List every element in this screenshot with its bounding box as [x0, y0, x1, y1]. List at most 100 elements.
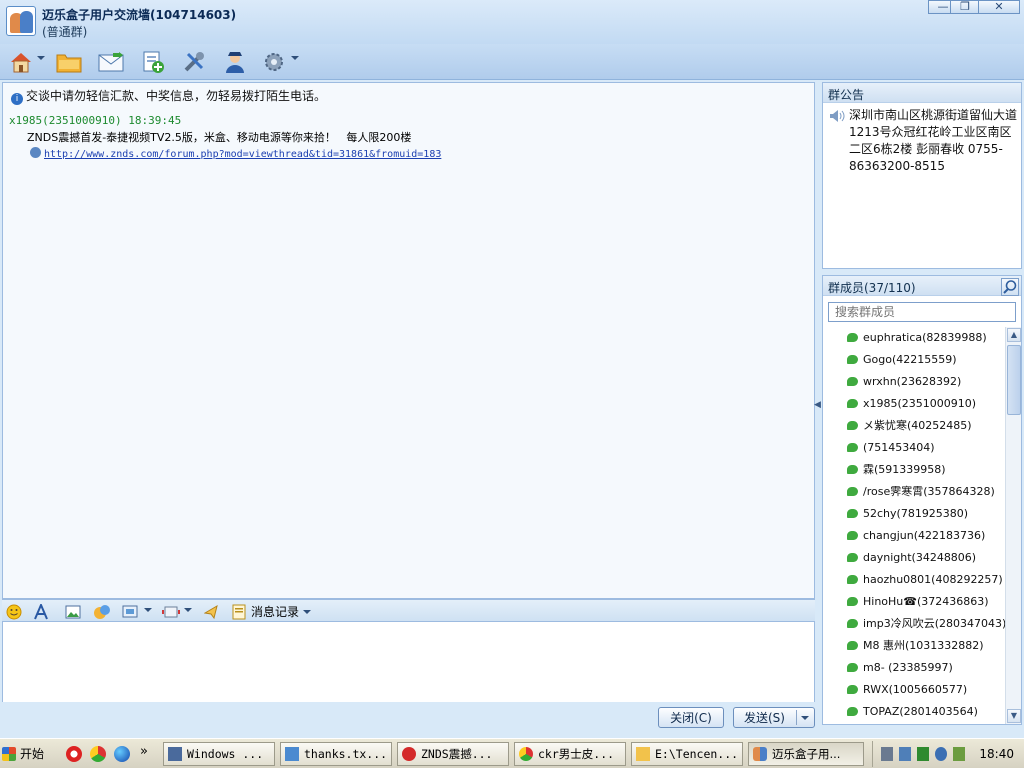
task-label: Windows ... [187, 747, 264, 761]
chat-bubble-icon [847, 530, 858, 540]
chat-bubble-icon [847, 486, 858, 496]
message-link[interactable]: http://www.znds.com/forum.php?mod=viewth… [44, 149, 441, 160]
member-item[interactable]: メ紫忧寒(40252485) [847, 415, 972, 435]
member-item[interactable]: imp3冷风吹云(280347043) [847, 613, 1006, 633]
opera-quicklaunch-icon[interactable] [66, 746, 82, 762]
send-image-button[interactable] [65, 603, 81, 620]
screenshot-dropdown-caret[interactable] [144, 608, 152, 612]
member-item[interactable]: Gogo(42215559) [847, 349, 957, 369]
scroll-thumb[interactable] [1007, 345, 1021, 415]
keyboard-tray-icon[interactable] [881, 747, 893, 761]
member-item[interactable]: RWX(1005660577) [847, 679, 967, 699]
font-button[interactable] [33, 603, 49, 620]
security-tray-icon[interactable] [917, 747, 929, 761]
member-item[interactable]: M8 惠州(1031332882) [847, 635, 984, 655]
taskbar-item-thanks-txt[interactable]: thanks.tx... [280, 742, 392, 766]
mail-icon [98, 52, 124, 72]
member-name: /rose霁寒霄(357864328) [863, 485, 995, 498]
member-search-button[interactable] [1001, 278, 1019, 296]
settings-dropdown-caret[interactable] [291, 56, 299, 60]
send-button-divider [796, 710, 797, 725]
group-mail-button[interactable] [96, 48, 126, 76]
screenshot-button[interactable] [122, 603, 140, 620]
member-item[interactable]: x1985(2351000910) [847, 393, 976, 413]
member-name: M8 惠州(1031332882) [863, 639, 984, 652]
scroll-up-arrow[interactable]: ▲ [1007, 328, 1021, 342]
add-share-button[interactable] [138, 48, 168, 76]
task-label: ckr男士皮... [538, 747, 615, 761]
taskbar-item-explorer[interactable]: E:\Tencen... [631, 742, 743, 766]
maximize-button[interactable]: ❐ [950, 0, 980, 14]
member-item[interactable]: /rose霁寒霄(357864328) [847, 481, 995, 501]
quicklaunch-more-chevron[interactable]: » [140, 744, 148, 759]
member-item[interactable]: m8- (23385997) [847, 657, 953, 677]
ie-quicklaunch-icon[interactable] [114, 746, 130, 762]
home-button[interactable] [6, 48, 36, 76]
send-button[interactable]: 发送(S) [733, 707, 815, 728]
shake-dropdown-caret[interactable] [184, 608, 192, 612]
member-item[interactable]: HinoHu☎(372436863) [847, 591, 989, 611]
collapse-sidebar-arrow[interactable]: ◀ [814, 398, 821, 412]
send-file-button[interactable] [204, 603, 222, 620]
send-options-caret[interactable] [801, 716, 809, 720]
network-tray-icon[interactable] [899, 747, 911, 761]
close-button[interactable]: 关闭(C) [658, 707, 724, 728]
window-title: 迈乐盒子用户交流墙(104714603) [42, 8, 237, 22]
message-sender-timestamp[interactable]: x1985(2351000910) 18:39:45 [9, 114, 181, 127]
taskbar-item-windows[interactable]: Windows ... [163, 742, 275, 766]
message-history-button[interactable]: 消息记录 [231, 603, 312, 620]
task-label: 迈乐盒子用... [772, 747, 841, 761]
taskbar-item-ckr[interactable]: ckr男士皮... [514, 742, 626, 766]
magic-expression-button[interactable] [93, 603, 111, 620]
chat-history[interactable]: i 交谈中请勿轻信汇款、中奖信息，勿轻易拨打陌生电话。 x1985(2351000… [2, 82, 815, 599]
announcement-panel: 群公告 深圳市南山区桃源街道留仙大道1213号众冠红花岭工业区南区二区6栋2楼 … [822, 82, 1022, 269]
member-item[interactable]: TOPAZ(2801403564) [847, 701, 978, 721]
title-bar: 迈乐盒子用户交流墙(104714603) (普通群) — ❐ ✕ [0, 0, 1024, 44]
member-list-scrollbar[interactable]: ▲ ▼ [1005, 327, 1021, 724]
home-icon [11, 53, 31, 73]
system-tray: 18:40 [872, 741, 1022, 767]
group-admin-button[interactable] [220, 48, 250, 76]
history-dropdown-caret[interactable] [303, 609, 312, 614]
message-input[interactable] [2, 622, 815, 702]
scroll-down-arrow[interactable]: ▼ [1007, 709, 1021, 723]
chat-bubble-icon [847, 442, 858, 452]
qq-tray-icon[interactable] [935, 747, 947, 761]
shake-button[interactable] [162, 603, 180, 620]
group-settings-tools-button[interactable] [179, 48, 209, 76]
member-item[interactable]: euphratica(82839988) [847, 327, 987, 347]
member-item[interactable]: daynight(34248806) [847, 547, 976, 567]
opera-icon [402, 747, 416, 761]
chat-bubble-icon [847, 552, 858, 562]
chat-bubble-icon [847, 684, 858, 694]
emoji-button[interactable] [6, 603, 22, 620]
start-button[interactable]: 开始 [2, 742, 50, 765]
group-files-button[interactable] [54, 48, 84, 76]
start-label: 开始 [20, 747, 45, 761]
member-item[interactable]: haozhu0801(408292257) [847, 569, 1003, 589]
message-history-label: 消息记录 [251, 605, 300, 619]
member-name: RWX(1005660577) [863, 682, 968, 696]
chat-bubble-icon [847, 354, 858, 364]
member-item[interactable]: (751453404) [847, 437, 935, 457]
member-item[interactable]: wrxhn(23628392) [847, 371, 961, 391]
taskbar-item-qq-group[interactable]: 迈乐盒子用... [748, 742, 864, 766]
app-tray-icon[interactable] [953, 747, 965, 761]
taskbar-item-znds[interactable]: ZNDS震撼... [397, 742, 509, 766]
member-name: (751453404) [863, 440, 935, 454]
member-name: 52chy(781925380) [863, 506, 969, 520]
close-window-button[interactable]: ✕ [978, 0, 1020, 14]
member-item[interactable]: changjun(422183736) [847, 525, 985, 545]
members-header: 群成员(37/110) [823, 276, 1021, 296]
send-button-label: 发送(S) [744, 711, 785, 725]
compose-toolbar: 消息记录 [2, 599, 815, 622]
home-dropdown-caret[interactable] [37, 56, 45, 60]
group-avatar-icon[interactable] [6, 6, 36, 36]
member-name: Gogo(42215559) [863, 352, 957, 366]
group-setting-button[interactable] [259, 48, 289, 76]
member-item[interactable]: 霖(591339958) [847, 459, 946, 479]
security-notice: i 交谈中请勿轻信汇款、中奖信息，勿轻易拨打陌生电话。 [11, 87, 326, 105]
member-search-input[interactable] [828, 302, 1016, 322]
member-item[interactable]: 52chy(781925380) [847, 503, 968, 523]
chrome-quicklaunch-icon[interactable] [90, 746, 106, 762]
